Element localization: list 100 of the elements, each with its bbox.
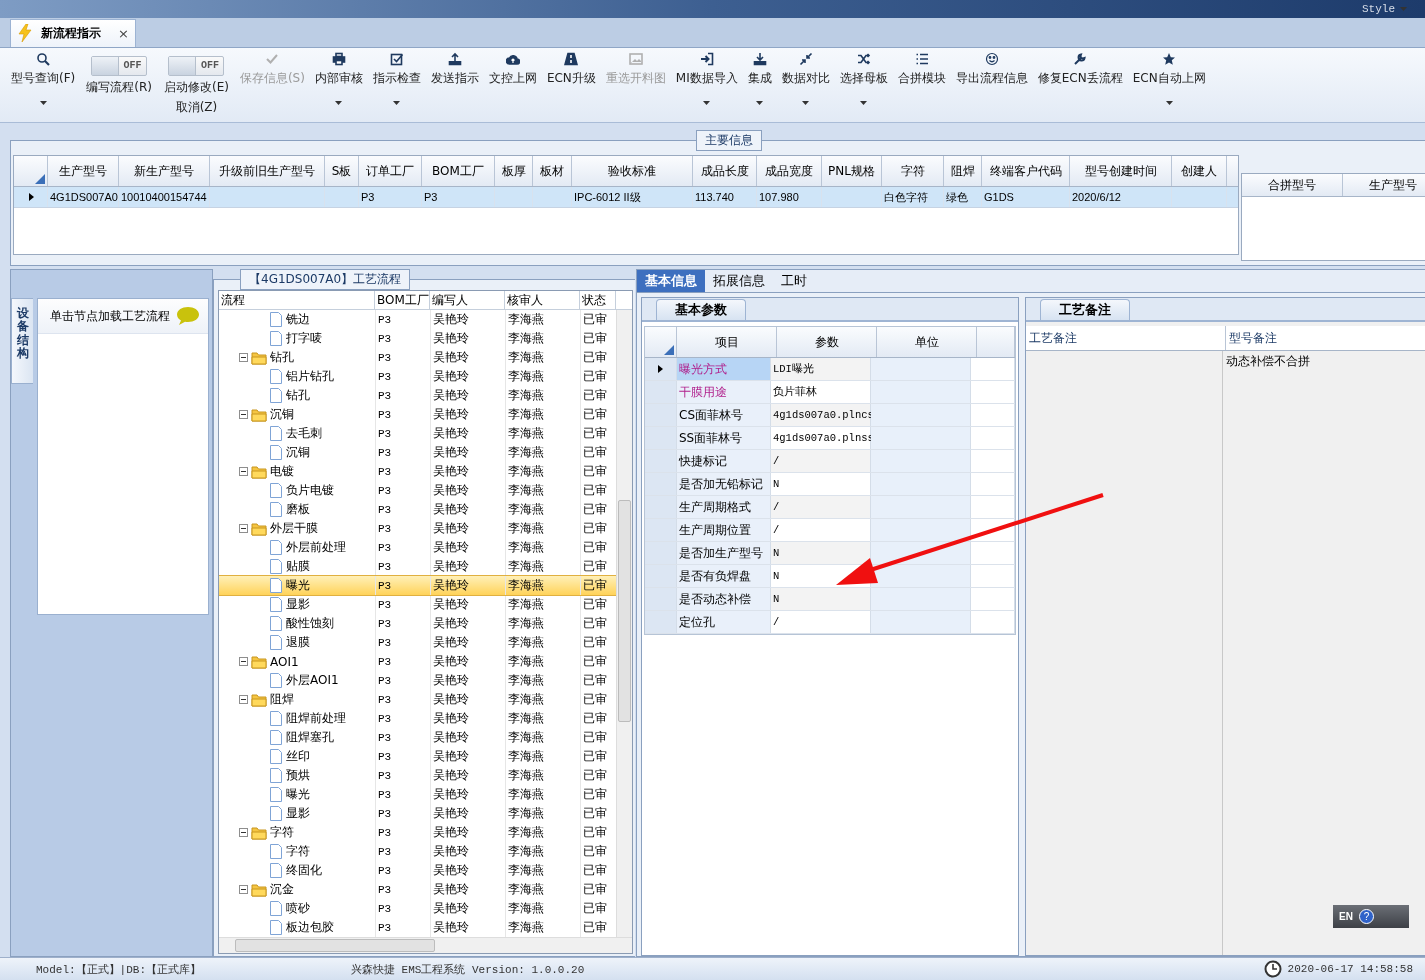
toolbar-button[interactable]: 集成: [742, 47, 777, 123]
tree-row[interactable]: 铝片钻孔 P3 吴艳玲 李海燕 已审: [219, 367, 616, 387]
column-header[interactable]: 板厚: [495, 156, 533, 187]
column-header[interactable]: 流程: [219, 291, 375, 310]
toolbar-button[interactable]: 内部审核: [309, 47, 368, 123]
tree-row[interactable]: 预烘 P3 吴艳玲 李海燕 已审: [219, 766, 616, 786]
column-header[interactable]: 阻焊: [944, 156, 982, 187]
panel-tab[interactable]: 工艺备注: [1040, 299, 1130, 321]
toolbar-button[interactable]: ECN升级: [541, 47, 601, 123]
table-cell[interactable]: 生产周期格式: [677, 496, 771, 519]
toolbar-button[interactable]: 指示检查: [367, 47, 426, 123]
toggle-switch[interactable]: OFF: [168, 55, 225, 76]
column-header[interactable]: 生产型号: [48, 156, 119, 187]
column-header[interactable]: 成品宽度: [757, 156, 822, 187]
column-header[interactable]: PNL规格: [822, 156, 882, 187]
column-header[interactable]: 项目: [677, 327, 777, 358]
toolbar-button[interactable]: ECN自动上网: [1127, 47, 1211, 123]
table-cell[interactable]: 是否动态补偿: [677, 588, 771, 611]
column-header[interactable]: 型号创建时间: [1070, 156, 1172, 187]
table-cell[interactable]: 是否加生产型号: [677, 542, 771, 565]
document-tab[interactable]: 新流程指示 ×: [10, 18, 136, 47]
tab[interactable]: 基本信息: [637, 270, 705, 293]
toolbar-button[interactable]: MI数据导入: [670, 47, 743, 123]
scrollbar[interactable]: [219, 937, 632, 954]
table-cell[interactable]: 是否加无铅标记: [677, 473, 771, 496]
column-header[interactable]: 工艺备注: [1026, 326, 1226, 351]
column-header[interactable]: 创建人: [1172, 156, 1227, 187]
toolbar-button[interactable]: 选择母板: [834, 47, 893, 123]
toolbar-button[interactable]: 发送指示: [425, 47, 484, 123]
toolbar-button[interactable]: 修复ECN丢流程: [1032, 47, 1128, 123]
tree-row[interactable]: 显影 P3 吴艳玲 李海燕 已审: [219, 804, 616, 824]
column-header[interactable]: 型号备注: [1226, 326, 1425, 351]
column-header[interactable]: BOM工厂: [375, 291, 430, 310]
column-header[interactable]: 验收标准: [572, 156, 693, 187]
collapse-icon[interactable]: [239, 467, 248, 477]
column-header[interactable]: 新生产型号: [119, 156, 210, 187]
column-header[interactable]: 状态: [580, 291, 616, 310]
table-cell[interactable]: 曝光方式: [677, 358, 771, 381]
tree-row[interactable]: 负片电镀 P3 吴艳玲 李海燕 已审: [219, 481, 616, 501]
collapse-icon[interactable]: [239, 885, 248, 895]
collapse-icon[interactable]: [239, 410, 248, 420]
table-cell[interactable]: 是否有负焊盘: [677, 565, 771, 588]
tree-row[interactable]: 阻焊塞孔 P3 吴艳玲 李海燕 已审: [219, 728, 616, 748]
tree-row[interactable]: 沉铜 P3 吴艳玲 李海燕 已审: [219, 405, 616, 425]
scrollbar[interactable]: [616, 310, 632, 938]
tree-row[interactable]: 退膜 P3 吴艳玲 李海燕 已审: [219, 633, 616, 653]
tree-row[interactable]: 阻焊 P3 吴艳玲 李海燕 已审: [219, 690, 616, 710]
table-cell[interactable]: 生产周期位置: [677, 519, 771, 542]
toolbar-button[interactable]: 文控上网: [483, 47, 542, 123]
tree-row[interactable]: 沉铜 P3 吴艳玲 李海燕 已审: [219, 443, 616, 463]
toolbar-button[interactable]: 数据对比: [776, 47, 835, 123]
table-cell[interactable]: SS面菲林号: [677, 427, 771, 450]
tree-row[interactable]: 外层AOI1 P3 吴艳玲 李海燕 已审: [219, 671, 616, 691]
tree-row[interactable]: 终固化 P3 吴艳玲 李海燕 已审: [219, 861, 616, 881]
collapse-icon[interactable]: [239, 524, 248, 534]
language-bar[interactable]: EN ?: [1333, 905, 1409, 928]
column-header[interactable]: 编写人: [430, 291, 505, 310]
tree-row[interactable]: 外层干膜 P3 吴艳玲 李海燕 已审: [219, 519, 616, 539]
collapse-icon[interactable]: [239, 828, 248, 838]
collapse-icon[interactable]: [239, 657, 248, 667]
tab[interactable]: 工时: [773, 270, 815, 293]
tree-row[interactable]: 去毛刺 P3 吴艳玲 李海燕 已审: [219, 424, 616, 444]
tree-row[interactable]: 曝光 P3 吴艳玲 李海燕 已审: [219, 576, 616, 596]
panel-tab[interactable]: 基本参数: [656, 299, 746, 321]
tree-row[interactable]: 磨板 P3 吴艳玲 李海燕 已审: [219, 500, 616, 520]
collapse-icon[interactable]: [239, 353, 248, 363]
column-header[interactable]: 核审人: [505, 291, 580, 310]
column-header[interactable]: 生产型号: [1343, 174, 1425, 197]
tree-row[interactable]: 铣边 P3 吴艳玲 李海燕 已审: [219, 310, 616, 330]
column-header[interactable]: BOM工厂: [422, 156, 495, 187]
tree-row[interactable]: 显影 P3 吴艳玲 李海燕 已审: [219, 595, 616, 615]
collapse-icon[interactable]: [239, 695, 248, 705]
table-row[interactable]: 4G1DS007A0 10010400154744 P3 P3 IPC-6012 II级 113.740 107.980 白色字符 绿色 G1DS 2020/6/12: [14, 187, 1238, 209]
column-header[interactable]: 升级前旧生产型号: [210, 156, 325, 187]
toolbar-button[interactable]: 导出流程信息: [950, 47, 1033, 123]
column-header[interactable]: 终端客户代码: [982, 156, 1070, 187]
table-cell[interactable]: 定位孔: [677, 611, 771, 634]
tree-row[interactable]: 字符 P3 吴艳玲 李海燕 已审: [219, 842, 616, 862]
tree-row[interactable]: 钻孔 P3 吴艳玲 李海燕 已审: [219, 348, 616, 368]
column-header[interactable]: S板: [325, 156, 359, 187]
tab[interactable]: 拓展信息: [705, 270, 773, 293]
tree-row[interactable]: 沉金 P3 吴艳玲 李海燕 已审: [219, 880, 616, 900]
help-button[interactable]: ?: [1358, 909, 1374, 924]
column-header[interactable]: 板材: [533, 156, 572, 187]
tree-row[interactable]: AOI1 P3 吴艳玲 李海燕 已审: [219, 652, 616, 672]
vertical-tab[interactable]: 设备结构: [11, 298, 33, 385]
column-header[interactable]: 订单工厂: [359, 156, 422, 187]
toggle-switch[interactable]: OFF: [91, 55, 148, 76]
style-menu[interactable]: Style: [1362, 2, 1407, 15]
close-button[interactable]: ×: [118, 25, 129, 41]
tree-row[interactable]: 阻焊前处理 P3 吴艳玲 李海燕 已审: [219, 709, 616, 729]
column-header[interactable]: 参数: [777, 327, 877, 358]
tree-row[interactable]: 外层前处理 P3 吴艳玲 李海燕 已审: [219, 538, 616, 558]
table-cell[interactable]: 干膜用途: [677, 381, 771, 404]
tree-row[interactable]: 电镀 P3 吴艳玲 李海燕 已审: [219, 462, 616, 482]
column-header[interactable]: 字符: [882, 156, 944, 187]
tree-row[interactable]: 字符 P3 吴艳玲 李海燕 已审: [219, 823, 616, 843]
tree-row[interactable]: 酸性蚀刻 P3 吴艳玲 李海燕 已审: [219, 614, 616, 634]
column-header[interactable]: 单位: [877, 327, 977, 358]
table-cell[interactable]: CS面菲林号: [677, 404, 771, 427]
